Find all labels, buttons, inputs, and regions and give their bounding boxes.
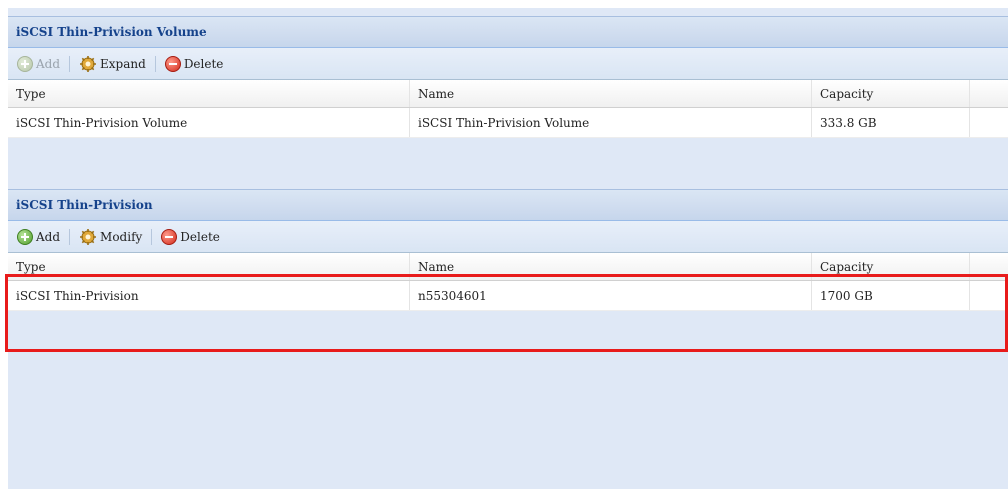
target-delete-label: Delete: [180, 229, 220, 244]
cell-spacer: [970, 281, 1008, 310]
column-header-capacity[interactable]: Capacity: [812, 253, 970, 280]
volume-panel-title: iSCSI Thin-Privision Volume: [8, 16, 1008, 48]
gear-icon: [79, 55, 97, 73]
target-delete-button[interactable]: Delete: [158, 227, 223, 247]
cell-capacity: 1700 GB: [812, 281, 970, 310]
cell-type: iSCSI Thin-Privision: [8, 281, 410, 310]
volume-grid: Type Name Capacity iSCSI Thin-Privision …: [8, 80, 1008, 138]
volume-grid-header: Type Name Capacity: [8, 80, 1008, 108]
volume-delete-label: Delete: [183, 56, 224, 71]
add-icon: [17, 228, 33, 245]
cell-name: iSCSI Thin-Privision Volume: [410, 108, 812, 137]
delete-icon: [161, 228, 178, 245]
target-grid: Type Name Capacity iSCSI Thin-Privision …: [8, 253, 1008, 311]
column-header-spacer: [970, 253, 1008, 280]
gear-icon: [79, 228, 97, 246]
volume-toolbar: Add Expand Delete: [8, 48, 1008, 80]
target-add-button[interactable]: Add: [14, 227, 63, 247]
target-modify-label: Modify: [100, 229, 143, 244]
cell-capacity: 333.8 GB: [812, 108, 970, 137]
column-header-name[interactable]: Name: [410, 253, 812, 280]
volume-delete-button[interactable]: Delete: [162, 54, 227, 74]
target-add-label: Add: [36, 229, 61, 244]
column-header-capacity[interactable]: Capacity: [812, 80, 970, 107]
target-panel-title: iSCSI Thin-Privision: [8, 189, 1008, 221]
volume-expand-label: Expand: [100, 56, 146, 71]
volume-expand-button[interactable]: Expand: [76, 53, 149, 75]
volume-panel: iSCSI Thin-Privision Volume Add Expand D…: [8, 16, 1008, 138]
target-toolbar: Add Modify Delete: [8, 221, 1008, 253]
target-panel: iSCSI Thin-Privision Add Modify Delete T…: [8, 189, 1008, 311]
column-header-spacer: [970, 80, 1008, 107]
cell-type: iSCSI Thin-Privision Volume: [8, 108, 410, 137]
toolbar-separator: [69, 55, 71, 72]
cell-name: n55304601: [410, 281, 812, 310]
cell-spacer: [970, 108, 1008, 137]
table-row[interactable]: iSCSI Thin-Privision n55304601 1700 GB: [8, 281, 1008, 311]
target-grid-header: Type Name Capacity: [8, 253, 1008, 281]
column-header-type[interactable]: Type: [8, 80, 410, 107]
target-modify-button[interactable]: Modify: [76, 226, 145, 248]
table-row[interactable]: iSCSI Thin-Privision Volume iSCSI Thin-P…: [8, 108, 1008, 138]
add-icon: [17, 55, 33, 72]
delete-icon: [164, 55, 181, 72]
volume-add-button[interactable]: Add: [14, 54, 63, 74]
column-header-name[interactable]: Name: [410, 80, 812, 107]
toolbar-separator: [151, 228, 153, 245]
column-header-type[interactable]: Type: [8, 253, 410, 280]
volume-add-label: Add: [36, 56, 61, 71]
toolbar-separator: [69, 228, 71, 245]
toolbar-separator: [154, 55, 156, 72]
